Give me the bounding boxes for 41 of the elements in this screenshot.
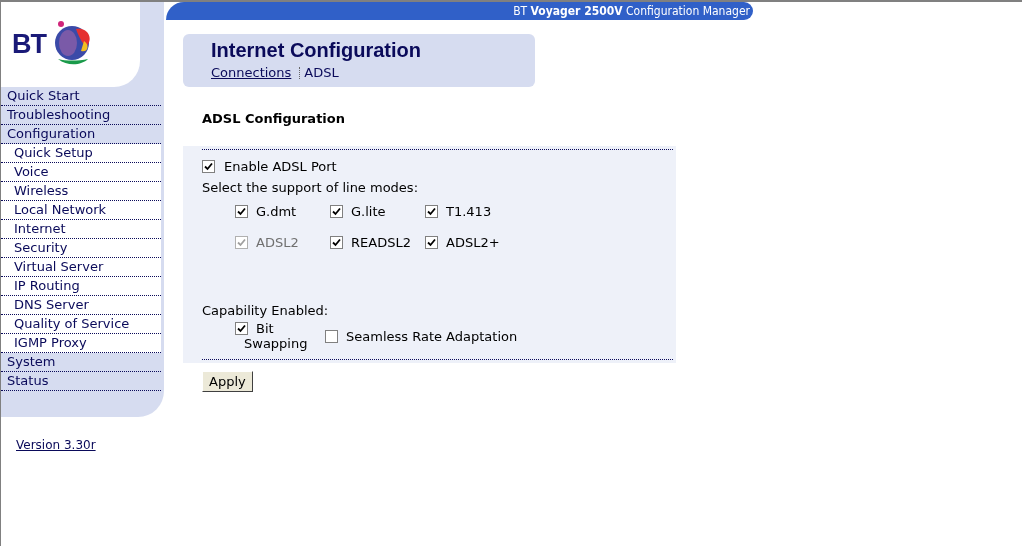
logo-text: BT bbox=[12, 29, 46, 60]
nav-item[interactable]: DNS Server bbox=[1, 296, 161, 315]
capability-label: Capability Enabled: bbox=[202, 303, 329, 318]
checkbox[interactable] bbox=[235, 205, 248, 218]
nav-item[interactable]: Wireless bbox=[1, 182, 161, 201]
apply-button[interactable]: Apply bbox=[202, 371, 253, 392]
checkbox[interactable] bbox=[425, 236, 438, 249]
nav-item[interactable]: IP Routing bbox=[1, 277, 161, 296]
nav-item[interactable]: Voice bbox=[1, 163, 161, 182]
page-title: Internet Configuration bbox=[211, 39, 421, 62]
nav-item[interactable]: IGMP Proxy bbox=[1, 334, 161, 353]
checkbox-label: READSL2 bbox=[351, 235, 411, 250]
breadcrumb-link[interactable]: Connections bbox=[211, 65, 292, 80]
checkbox[interactable] bbox=[235, 322, 248, 335]
nav-item[interactable]: Security bbox=[1, 239, 161, 258]
nav-item[interactable]: Configuration bbox=[1, 125, 161, 144]
checkbox-label: Bit Swapping bbox=[244, 321, 308, 351]
title-banner: BT Voyager 2500V Configuration Manager bbox=[166, 2, 753, 20]
nav-item[interactable]: Quick Start bbox=[1, 87, 161, 106]
version-link[interactable]: Version 3.30r bbox=[16, 438, 96, 452]
nav-item[interactable]: Internet bbox=[1, 220, 161, 239]
checkbox[interactable] bbox=[330, 236, 343, 249]
checkbox[interactable] bbox=[330, 205, 343, 218]
line-modes-label: Select the support of line modes: bbox=[202, 180, 419, 195]
nav-item[interactable]: Troubleshooting bbox=[1, 106, 161, 125]
section-title: ADSL Configuration bbox=[202, 111, 345, 126]
nav-item[interactable]: Quality of Service bbox=[1, 315, 161, 334]
breadcrumb-current: ADSL bbox=[304, 65, 339, 80]
checkbox-label: T1.413 bbox=[446, 204, 492, 219]
checkbox-label: G.dmt bbox=[256, 204, 297, 219]
checkbox-label: ADSL2 bbox=[256, 235, 299, 250]
checkbox-label: G.lite bbox=[351, 204, 386, 219]
checkbox[interactable] bbox=[425, 205, 438, 218]
checkbox-label: Seamless Rate Adaptation bbox=[346, 329, 518, 344]
nav-item[interactable]: Quick Setup bbox=[1, 144, 161, 163]
nav-item[interactable]: Local Network bbox=[1, 201, 161, 220]
checkbox[interactable] bbox=[202, 160, 215, 173]
nav-item[interactable]: Virtual Server bbox=[1, 258, 161, 277]
checkbox-label: Enable ADSL Port bbox=[224, 159, 337, 174]
checkbox-label: ADSL2+ bbox=[446, 235, 500, 250]
checkbox[interactable] bbox=[325, 330, 338, 343]
